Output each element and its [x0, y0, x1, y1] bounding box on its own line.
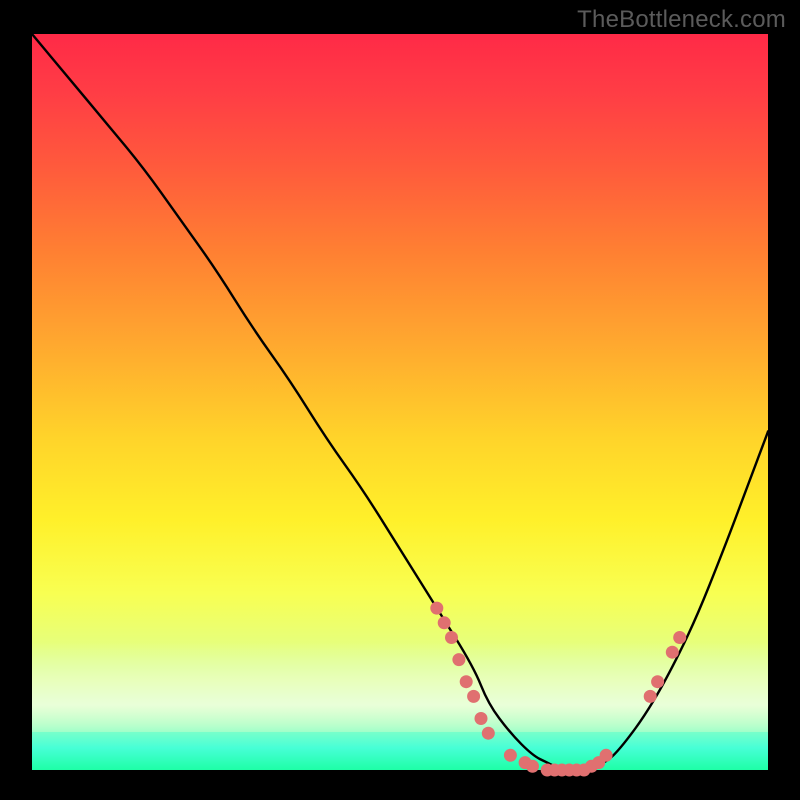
data-marker [666, 646, 679, 659]
data-marker [445, 631, 458, 644]
data-markers [430, 602, 686, 777]
data-marker [526, 760, 539, 773]
data-marker [438, 616, 451, 629]
data-marker [651, 675, 664, 688]
data-marker [475, 712, 488, 725]
data-marker [504, 749, 517, 762]
data-marker [600, 749, 613, 762]
watermark-text: TheBottleneck.com [577, 6, 786, 34]
chart-frame: TheBottleneck.com [0, 0, 800, 800]
data-marker [644, 690, 657, 703]
data-marker [430, 602, 443, 615]
data-marker [467, 690, 480, 703]
data-marker [452, 653, 465, 666]
bottleneck-curve [32, 34, 768, 770]
plot-area [32, 34, 768, 770]
data-marker [673, 631, 686, 644]
data-marker [482, 727, 495, 740]
data-marker [460, 675, 473, 688]
curve-svg [32, 34, 768, 770]
